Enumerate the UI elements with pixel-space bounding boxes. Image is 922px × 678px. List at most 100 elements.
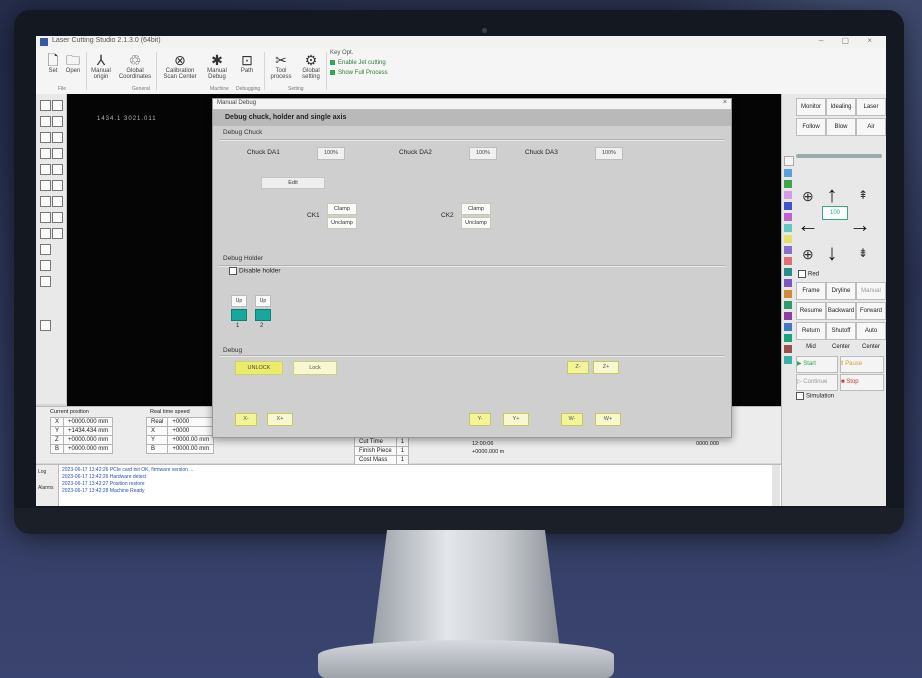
layer-swatch[interactable]	[784, 301, 792, 309]
layer-swatch[interactable]	[784, 202, 792, 210]
x-minus-button[interactable]: X-	[235, 413, 257, 426]
unlock-button[interactable]: UNLOCK	[235, 361, 283, 375]
tab-log[interactable]: Log	[38, 469, 46, 475]
blow-button[interactable]: Blow	[826, 118, 856, 136]
tab-alarms[interactable]: Alarms	[38, 485, 54, 491]
forward-button[interactable]: Forward	[856, 302, 886, 320]
resume-button[interactable]: Resume	[796, 302, 826, 320]
window-controls[interactable]: – ▢ ×	[819, 36, 880, 45]
ck2-unclamp-button[interactable]: Unclamp	[461, 217, 491, 229]
frame-button[interactable]: Frame	[796, 282, 826, 300]
layer-swatch[interactable]	[784, 279, 792, 287]
wrench-tool-icon[interactable]	[40, 320, 51, 331]
arrow-up-icon[interactable]: ↑	[820, 184, 844, 206]
simulation-checkbox[interactable]: Simulation	[796, 392, 834, 400]
z-up-icon[interactable]: ⇞	[858, 188, 868, 202]
chuck-da2-value[interactable]: 100%	[469, 147, 497, 160]
manual-button[interactable]: Manual	[856, 282, 886, 300]
arc-tool-icon[interactable]	[40, 132, 51, 143]
step-input[interactable]: 100	[822, 206, 848, 220]
start-button[interactable]: ▶ Start	[796, 356, 838, 373]
layer-swatch[interactable]	[784, 246, 792, 254]
ribbon-button-tool-process[interactable]: ✂ Tool process	[268, 52, 294, 80]
ribbon-button-path[interactable]: ⊡ Path	[234, 52, 260, 74]
node-tool-icon[interactable]	[52, 116, 63, 127]
layer-swatch[interactable]	[784, 224, 792, 232]
jog-down-left-icon[interactable]: ⊕	[802, 246, 814, 263]
layer-swatch[interactable]	[784, 268, 792, 276]
log-scrollbar[interactable]	[772, 465, 780, 506]
close-icon[interactable]: ×	[723, 99, 727, 106]
layer-swatch[interactable]	[784, 323, 792, 331]
auto-center-button[interactable]: Auto Center	[856, 322, 886, 350]
holder2-up-button[interactable]: Up	[255, 295, 271, 307]
cool-tool-icon[interactable]	[52, 228, 63, 239]
ribbon-button-global-coordinates[interactable]: ♲ Global Coordinates	[118, 52, 152, 80]
return-mid-button[interactable]: Return Mid	[796, 322, 826, 350]
x-plus-button[interactable]: X+	[267, 413, 293, 426]
chuck-da3-value[interactable]: 100%	[595, 147, 623, 160]
gap-tool-icon[interactable]	[52, 212, 63, 223]
w-plus-button[interactable]: W+	[595, 413, 621, 426]
edit-button[interactable]: Edit	[261, 177, 325, 189]
shutoff-center-button[interactable]: Shutoff Center	[826, 322, 856, 350]
line-tool-icon[interactable]	[40, 116, 51, 127]
arrow-left-icon[interactable]: ←	[796, 214, 820, 236]
ck2-clamp-button[interactable]: Clamp	[461, 203, 491, 215]
option-show-full-process[interactable]: Show Full Process	[330, 70, 388, 76]
layer-swatch[interactable]	[784, 356, 792, 364]
polygon-tool-icon[interactable]	[52, 148, 63, 159]
layer-swatch[interactable]	[784, 180, 792, 188]
ribbon-button-manual-debug[interactable]: ✱ Manual Debug	[204, 52, 230, 80]
layer-swatch[interactable]	[784, 156, 794, 166]
select-tool-icon[interactable]	[40, 100, 51, 111]
zoom-tool-icon[interactable]	[40, 260, 51, 271]
layer-swatch[interactable]	[784, 257, 792, 265]
jog-up-left-icon[interactable]: ⊕	[802, 188, 814, 205]
dryline-button[interactable]: Dryline	[826, 282, 856, 300]
option-jet-cutting[interactable]: Enable Jet cutting	[330, 60, 386, 66]
air-button[interactable]: Air	[856, 118, 886, 136]
w-minus-button[interactable]: W-	[561, 413, 583, 426]
ribbon-button-global-setting[interactable]: ⚙ Global setting	[298, 52, 324, 80]
lock-button[interactable]: Lock	[293, 361, 337, 375]
layer-swatch[interactable]	[784, 334, 792, 342]
follow-button[interactable]: Follow	[796, 118, 826, 136]
layer-swatch[interactable]	[784, 290, 792, 298]
ribbon-button-calibration[interactable]: ⊗ Calibration Scan Center	[160, 52, 200, 80]
circle-tool-icon[interactable]	[52, 132, 63, 143]
monitor-button[interactable]: Monitor	[796, 98, 826, 116]
rotate-tool-icon[interactable]	[52, 180, 63, 191]
y-plus-button[interactable]: Y+	[503, 413, 529, 426]
layer-swatch[interactable]	[784, 213, 792, 221]
layer-swatch[interactable]	[784, 169, 792, 177]
mirror-tool-icon[interactable]	[40, 180, 51, 191]
ck1-clamp-button[interactable]: Clamp	[327, 203, 357, 215]
array-tool-icon[interactable]	[40, 196, 51, 207]
rect-tool-icon[interactable]	[40, 148, 51, 159]
ck1-unclamp-button[interactable]: Unclamp	[327, 217, 357, 229]
pause-button[interactable]: ‖ Pause	[840, 356, 884, 373]
measure-tool-icon[interactable]	[52, 164, 63, 175]
laser-button[interactable]: Laser	[856, 98, 886, 116]
align-tool-icon[interactable]	[52, 196, 63, 207]
layer-swatch[interactable]	[784, 235, 792, 243]
order-tool-icon[interactable]	[40, 244, 51, 255]
ribbon-button-open[interactable]: 🗀 Open	[60, 52, 86, 74]
speed-slider[interactable]	[796, 154, 882, 158]
stop-button[interactable]: ■ Stop	[840, 374, 884, 391]
layer-swatch[interactable]	[784, 312, 792, 320]
z-down-icon[interactable]: ⇟	[858, 246, 868, 260]
bridge-tool-icon[interactable]	[40, 228, 51, 239]
pointer-tool-icon[interactable]	[52, 100, 63, 111]
ribbon-button-manual-origin[interactable]: ⅄ Manual origin	[88, 52, 114, 80]
z-minus-button[interactable]: Z-	[567, 361, 589, 374]
backward-button[interactable]: Backward	[826, 302, 856, 320]
z-plus-button[interactable]: Z+	[593, 361, 619, 374]
red-checkbox[interactable]: Red	[798, 270, 819, 278]
continue-button[interactable]: ▷ Continue	[796, 374, 838, 391]
arrow-right-icon[interactable]: →	[848, 214, 872, 236]
disable-holder-checkbox[interactable]: Disable holder	[229, 267, 281, 275]
pan-tool-icon[interactable]	[40, 276, 51, 287]
layer-swatch[interactable]	[784, 191, 792, 199]
